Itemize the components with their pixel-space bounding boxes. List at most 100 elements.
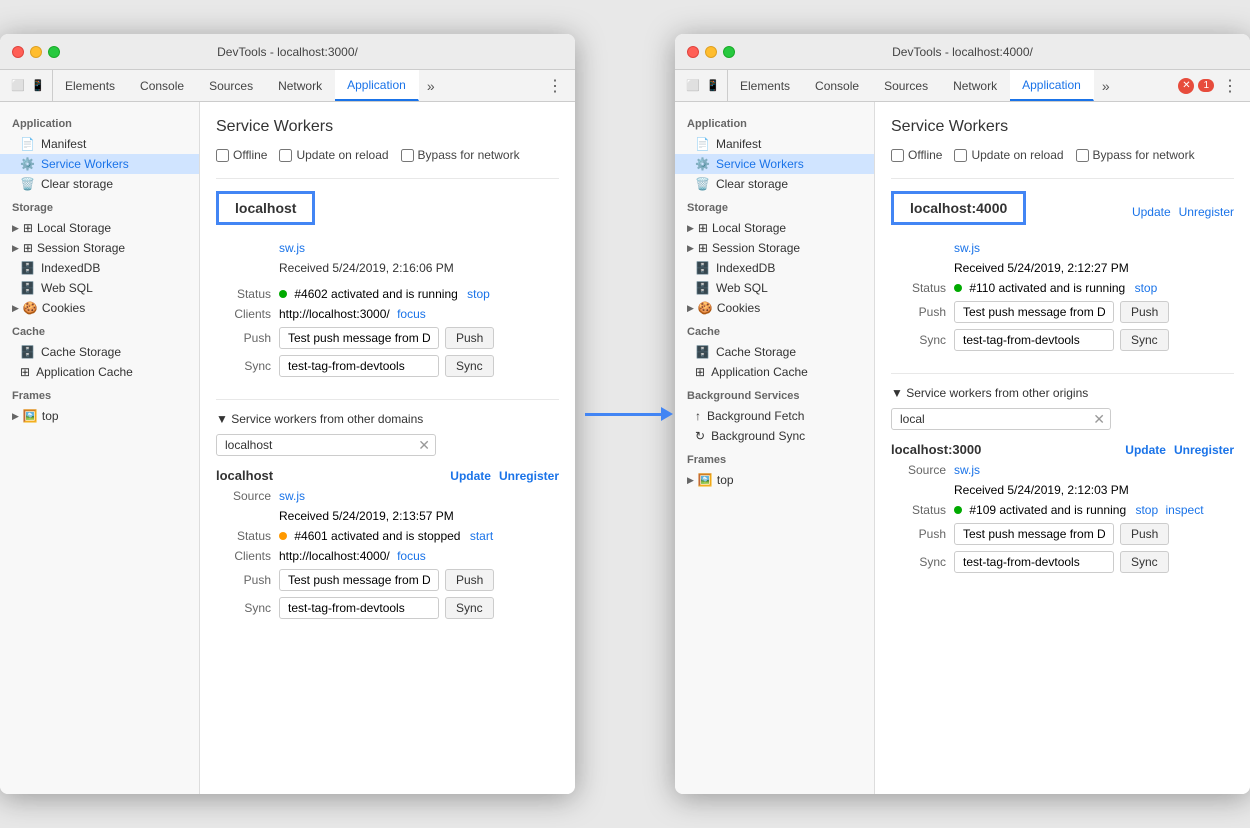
other-sync-button-1[interactable]: Sync xyxy=(445,597,494,619)
close-button-1[interactable] xyxy=(12,46,24,58)
device-icon[interactable]: 📱 xyxy=(30,78,46,94)
bypass-option-2[interactable]: Bypass for network xyxy=(1076,148,1195,162)
device-icon-2[interactable]: 📱 xyxy=(705,78,721,94)
cursor-icon[interactable]: ⬜ xyxy=(10,78,26,94)
offline-checkbox-1[interactable] xyxy=(216,149,229,162)
sw2-sync-input[interactable] xyxy=(954,329,1114,351)
close-button-2[interactable] xyxy=(687,46,699,58)
other-push-input-1[interactable] xyxy=(279,569,439,591)
other-origins-title-2[interactable]: ▼ Service workers from other origins xyxy=(891,386,1234,400)
push-button-1[interactable]: Push xyxy=(445,327,494,349)
offline-option-2[interactable]: Offline xyxy=(891,148,942,162)
update-on-reload-checkbox-2[interactable] xyxy=(954,149,967,162)
sidebar-service-workers-2[interactable]: ⚙️ Service Workers xyxy=(675,154,874,174)
tab-elements-2[interactable]: Elements xyxy=(728,70,803,101)
sw2-status-action[interactable]: stop xyxy=(1135,281,1158,295)
update-link-1[interactable]: Update xyxy=(450,469,491,483)
sidebar-app-cache-2[interactable]: ⊞ Application Cache xyxy=(675,362,874,382)
sidebar-cookies-2[interactable]: ▶ 🍪 Cookies xyxy=(675,298,874,318)
tab-elements-1[interactable]: Elements xyxy=(53,70,128,101)
sidebar-cache-storage-1[interactable]: 🗄️ Cache Storage xyxy=(0,342,199,362)
tab-sources-2[interactable]: Sources xyxy=(872,70,941,101)
sidebar-clear-storage-2[interactable]: 🗑️ Clear storage xyxy=(675,174,874,194)
bypass-checkbox-2[interactable] xyxy=(1076,149,1089,162)
tab-more-1[interactable]: » xyxy=(419,70,443,101)
filter-clear-1[interactable]: ✕ xyxy=(418,437,430,454)
sync-input-1[interactable] xyxy=(279,355,439,377)
sw2-source-link[interactable]: sw.js xyxy=(954,241,980,255)
sidebar-manifest-1[interactable]: 📄 Manifest xyxy=(0,134,199,154)
sidebar-clear-storage-1[interactable]: 🗑️ Clear storage xyxy=(0,174,199,194)
other-clients-focus-1[interactable]: focus xyxy=(397,549,426,563)
sync-button-1[interactable]: Sync xyxy=(445,355,494,377)
update-on-reload-option-1[interactable]: Update on reload xyxy=(279,148,388,162)
tab-console-1[interactable]: Console xyxy=(128,70,197,101)
tab-application-1[interactable]: Application xyxy=(335,70,419,101)
sidebar-session-storage-1[interactable]: ▶ ⊞ Session Storage xyxy=(0,238,199,258)
other2-sync-button[interactable]: Sync xyxy=(1120,551,1169,573)
sidebar-indexeddb-2[interactable]: 🗄️ IndexedDB xyxy=(675,258,874,278)
other2-push-button[interactable]: Push xyxy=(1120,523,1169,545)
filter-input-2[interactable] xyxy=(891,408,1111,430)
update-on-reload-option-2[interactable]: Update on reload xyxy=(954,148,1063,162)
status-action-1[interactable]: stop xyxy=(467,287,490,301)
tab-console-2[interactable]: Console xyxy=(803,70,872,101)
maximize-button-2[interactable] xyxy=(723,46,735,58)
sidebar-bg-sync-2[interactable]: ↻ Background Sync xyxy=(675,426,874,446)
sw2-push-input[interactable] xyxy=(954,301,1114,323)
sw2-sync-button[interactable]: Sync xyxy=(1120,329,1169,351)
source-link-1[interactable]: sw.js xyxy=(279,241,305,255)
unregister-link-1[interactable]: Unregister xyxy=(499,469,559,483)
other2-sync-input[interactable] xyxy=(954,551,1114,573)
update-link-2[interactable]: Update xyxy=(1125,443,1166,457)
sidebar-local-storage-2[interactable]: ▶ ⊞ Local Storage xyxy=(675,218,874,238)
other2-push-input[interactable] xyxy=(954,523,1114,545)
minimize-button-1[interactable] xyxy=(30,46,42,58)
sidebar-local-storage-1[interactable]: ▶ ⊞ Local Storage xyxy=(0,218,199,238)
other2-source-link[interactable]: sw.js xyxy=(954,463,980,477)
app-section-label-1: Application xyxy=(0,110,199,134)
sw2-push-button[interactable]: Push xyxy=(1120,301,1169,323)
offline-option-1[interactable]: Offline xyxy=(216,148,267,162)
filter-clear-2[interactable]: ✕ xyxy=(1093,411,1105,428)
tab-network-1[interactable]: Network xyxy=(266,70,335,101)
other-status-action-1[interactable]: start xyxy=(470,529,493,543)
main-unregister-link-2[interactable]: Unregister xyxy=(1179,205,1234,219)
sidebar-cache-storage-2[interactable]: 🗄️ Cache Storage xyxy=(675,342,874,362)
filter-input-1[interactable] xyxy=(216,434,436,456)
tab-sources-1[interactable]: Sources xyxy=(197,70,266,101)
main-update-link-2[interactable]: Update xyxy=(1132,205,1171,219)
sidebar-manifest-2[interactable]: 📄 Manifest xyxy=(675,134,874,154)
sidebar-frames-top-2[interactable]: ▶ 🖼️ top xyxy=(675,470,874,490)
other-domains-title-1[interactable]: ▼ Service workers from other domains xyxy=(216,412,559,426)
other-source-link-1[interactable]: sw.js xyxy=(279,489,305,503)
tab-menu-2[interactable]: ⋮ xyxy=(1214,70,1246,101)
update-on-reload-checkbox-1[interactable] xyxy=(279,149,292,162)
other-sync-input-1[interactable] xyxy=(279,597,439,619)
offline-checkbox-2[interactable] xyxy=(891,149,904,162)
tab-network-2[interactable]: Network xyxy=(941,70,1010,101)
other-push-button-1[interactable]: Push xyxy=(445,569,494,591)
sidebar-websql-1[interactable]: 🗄️ Web SQL xyxy=(0,278,199,298)
cursor-icon-2[interactable]: ⬜ xyxy=(685,78,701,94)
sidebar-bg-fetch-2[interactable]: ↑ Background Fetch xyxy=(675,406,874,426)
clients-focus-1[interactable]: focus xyxy=(397,307,426,321)
sidebar-cookies-1[interactable]: ▶ 🍪 Cookies xyxy=(0,298,199,318)
push-input-1[interactable] xyxy=(279,327,439,349)
sidebar-session-storage-2[interactable]: ▶ ⊞ Session Storage xyxy=(675,238,874,258)
sidebar-service-workers-1[interactable]: ⚙️ Service Workers xyxy=(0,154,199,174)
sidebar-websql-2[interactable]: 🗄️ Web SQL xyxy=(675,278,874,298)
bypass-checkbox-1[interactable] xyxy=(401,149,414,162)
other2-inspect-link[interactable]: inspect xyxy=(1166,503,1204,517)
unregister-link-2[interactable]: Unregister xyxy=(1174,443,1234,457)
sidebar-indexeddb-1[interactable]: 🗄️ IndexedDB xyxy=(0,258,199,278)
maximize-button-1[interactable] xyxy=(48,46,60,58)
sidebar-app-cache-1[interactable]: ⊞ Application Cache xyxy=(0,362,199,382)
tab-more-2[interactable]: » xyxy=(1094,70,1118,101)
tab-menu-1[interactable]: ⋮ xyxy=(539,70,571,101)
sidebar-frames-top-1[interactable]: ▶ 🖼️ top xyxy=(0,406,199,426)
tab-application-2[interactable]: Application xyxy=(1010,70,1094,101)
minimize-button-2[interactable] xyxy=(705,46,717,58)
bypass-option-1[interactable]: Bypass for network xyxy=(401,148,520,162)
other2-stop-link[interactable]: stop xyxy=(1135,503,1158,517)
